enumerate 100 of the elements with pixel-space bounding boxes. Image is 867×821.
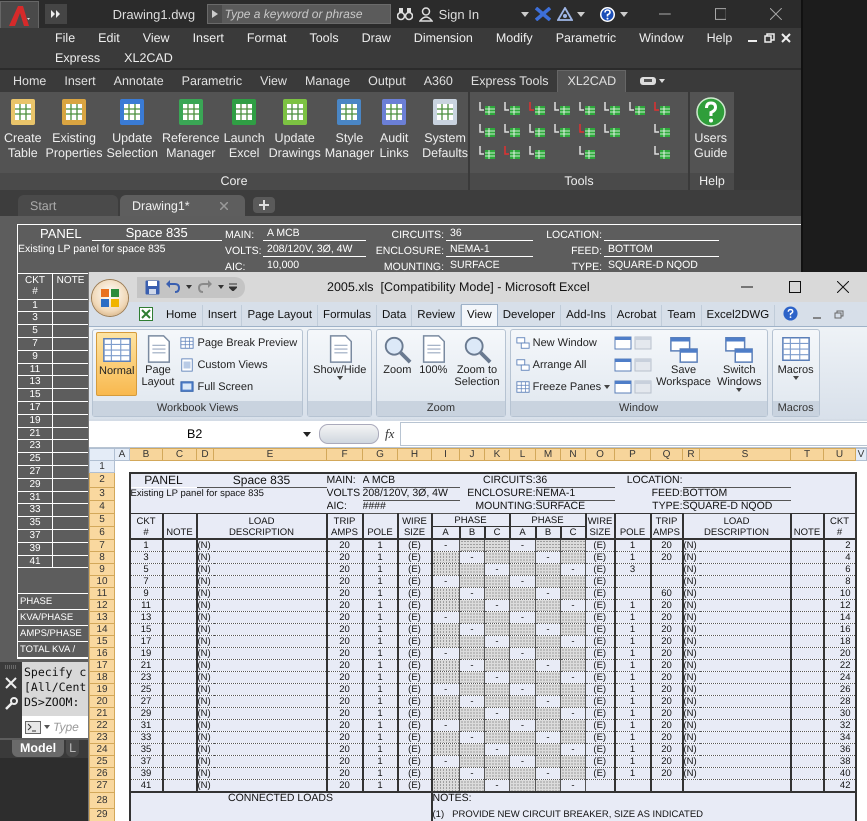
caret-icon[interactable] [520,12,529,16]
expand-toolbar-button[interactable] [45,4,67,24]
row-header[interactable]: 22 [90,720,114,732]
ribbon-tab[interactable]: View [251,71,296,92]
table-arrow-icon[interactable] [528,144,546,160]
bar-icon[interactable] [614,379,632,395]
column-header[interactable]: L [510,448,536,460]
ribbon-tab[interactable]: A360 [414,71,462,92]
menu-item[interactable]: Edit [98,31,120,45]
row-header[interactable]: 21 [90,708,114,720]
save-icon[interactable] [145,280,160,294]
column-header[interactable]: G [362,448,398,460]
ribbon-tab[interactable]: Output [359,71,415,92]
layout-tab[interactable]: L [66,740,80,757]
ribbon-button[interactable]: Freeze Panes [514,377,612,396]
restore-icon[interactable] [834,310,844,320]
ribbon-button[interactable]: Page Break Preview [178,333,300,352]
ribbon-button[interactable]: Reference Manager [160,96,222,161]
bar-icon[interactable] [614,335,632,351]
table-arrow-icon[interactable] [653,144,671,160]
row-header[interactable]: 2 [90,472,114,487]
column-header[interactable]: K [484,448,510,460]
table-arrow-icon[interactable] [578,122,596,138]
column-header[interactable]: J [460,448,484,460]
ribbon-tab[interactable]: Manage [296,71,360,92]
command-input-field[interactable]: Type [53,720,87,734]
row-header[interactable]: 10 [90,576,114,588]
column-header[interactable]: V [856,448,866,460]
sign-in-link[interactable]: Sign In [438,6,517,22]
column-header[interactable]: U [824,448,856,460]
row-header[interactable]: 28 [90,792,114,808]
menu-item[interactable]: XL2CAD [124,51,173,65]
menu-item[interactable]: Dimension [414,31,473,45]
ribbon-tab[interactable]: Insert [55,71,105,92]
column-header[interactable]: E [214,448,326,460]
table-arrow-icon[interactable] [478,122,496,138]
ribbon-button[interactable]: Arrange All [514,355,612,374]
table-arrow-icon[interactable] [528,122,546,138]
ribbon-button[interactable]: Create Table [2,96,44,161]
table-arrow-icon[interactable] [653,100,671,116]
column-header[interactable]: H [398,448,432,460]
menu-item[interactable]: File [55,31,76,45]
column-header[interactable]: P [614,448,650,460]
table-arrow-icon[interactable] [603,122,621,138]
menu-item[interactable]: Express [55,51,100,65]
row-header[interactable]: 8 [90,552,114,564]
caret-icon[interactable] [620,12,628,16]
column-header[interactable]: F [326,448,362,460]
ribbon-button[interactable]: Launch Excel [222,96,267,161]
document-tab[interactable]: Start [18,195,118,216]
table-arrow-icon[interactable] [503,122,521,138]
binoculars-icon[interactable] [396,7,413,21]
menu-item[interactable]: Format [246,31,286,45]
command-line-field[interactable]: Type [22,716,88,738]
menu-item[interactable]: Draw [362,31,391,45]
column-header[interactable]: D [196,448,214,460]
user-icon[interactable] [418,6,433,22]
column-header[interactable]: O [586,448,614,460]
table-arrow-icon[interactable] [478,144,496,160]
table-arrow-icon[interactable] [478,100,496,116]
document-tab[interactable]: Drawing1* [120,195,245,216]
row-header[interactable]: 1 [90,460,114,472]
table-arrow-icon[interactable] [603,100,621,116]
close-icon[interactable] [837,281,849,293]
ribbon-button[interactable]: Zoom [380,332,414,396]
column-header[interactable]: I [432,448,460,460]
row-header[interactable]: 26 [90,768,114,780]
column-header[interactable]: R [682,448,700,460]
ribbon-button[interactable]: Switch Windows [714,332,764,396]
ribbon-tab[interactable]: Parametric [172,71,252,92]
column-header[interactable]: N [560,448,586,460]
row-header[interactable]: 14 [90,624,114,636]
table-arrow-icon[interactable] [628,100,646,116]
row-header[interactable]: 16 [90,648,114,660]
ribbon-button[interactable]: Custom Views [178,355,300,374]
row-header[interactable]: 29 [90,808,114,821]
row-header[interactable]: 13 [90,612,114,624]
ribbon-button[interactable]: Users Guide [692,96,730,161]
table-arrow-icon[interactable] [503,144,521,160]
ribbon-button[interactable]: New Window [514,333,612,352]
row-header[interactable]: 24 [90,744,114,756]
menu-item[interactable]: Help [706,31,732,45]
x-shape-icon[interactable] [534,7,551,21]
row-header[interactable]: 3 [90,487,114,500]
ribbon-tab[interactable]: View [461,304,498,326]
menu-item[interactable]: Modify [496,31,533,45]
ribbon-button[interactable]: Update Selection [104,96,160,161]
row-header[interactable]: 27 [90,780,114,792]
row-header[interactable]: 7 [90,539,114,552]
row-header[interactable]: 15 [90,636,114,648]
ribbon-button[interactable]: 100% [416,332,450,396]
ribbon-button[interactable]: Existing Properties [44,96,105,161]
ribbon-tab[interactable]: Annotate [104,71,173,92]
ribbon-button[interactable]: Full Screen [178,377,300,396]
caret-icon[interactable] [186,285,192,289]
maximize-icon[interactable] [789,281,801,293]
table-arrow-icon[interactable] [578,144,596,160]
ribbon-button[interactable]: Update Drawings [266,96,323,161]
close-icon[interactable] [770,8,782,20]
layout-tab[interactable]: Model [12,740,64,757]
